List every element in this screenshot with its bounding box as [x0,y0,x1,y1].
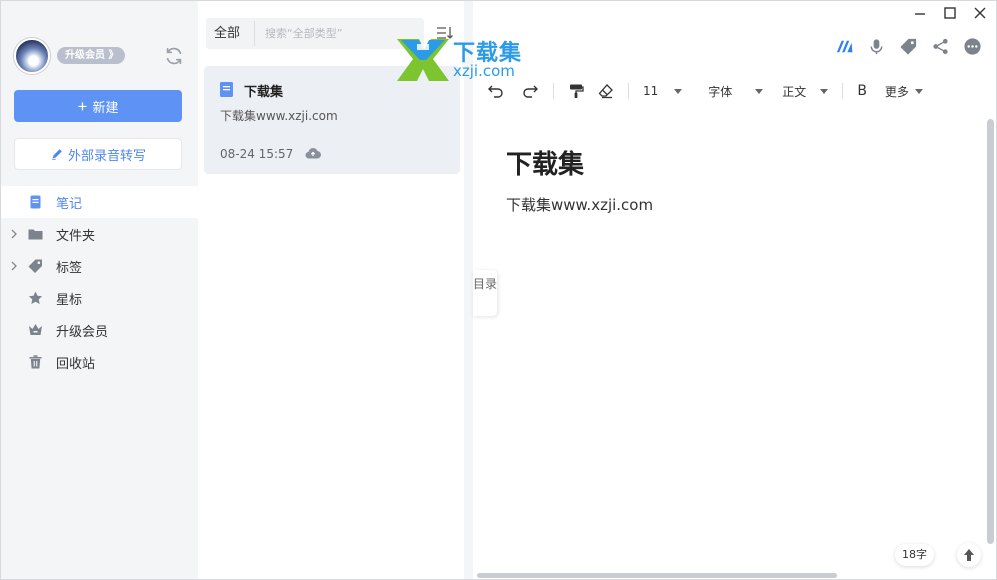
clear-format-button[interactable] [598,80,614,102]
toolbar-separator [553,83,554,99]
plus-icon: + [77,96,88,116]
sidebar-item-label: 标签 [56,260,83,276]
font-size-value: 11 [643,84,659,98]
paint-brush-icon [570,84,584,98]
sidebar: 升级会员 》 + 新建 外部录音转写 笔记 文件夹 标签 星标 升级会员 回收站 [1,1,198,579]
more-label: 更多 [884,84,909,99]
cloud-upload-icon [305,148,321,159]
toc-tab[interactable]: 目录 [473,270,497,316]
toolbar-separator [842,83,844,99]
paragraph-style-value: 正文 [782,84,807,99]
app-window: 升级会员 》 + 新建 外部录音转写 笔记 文件夹 标签 星标 升级会员 回收站… [0,0,997,580]
undo-button[interactable] [487,80,505,102]
arrow-up-icon [964,549,974,561]
font-family-dropdown[interactable]: 字体 [708,80,764,102]
avatar[interactable] [14,38,50,74]
undo-icon [488,85,503,98]
watermark-url: xzji.com [453,62,515,80]
sidebar-item-label: 文件夹 [56,228,96,244]
editor-panel: 11 字体 正文 B 更多 下载集 下载集www.xzji.com 目录 18字 [473,1,996,579]
format-toolbar: 11 字体 正文 B 更多 [487,80,923,102]
star-icon [28,291,43,304]
panel-divider[interactable] [464,1,473,579]
tag-icon [28,259,42,273]
new-note-label: 新建 [92,99,119,115]
note-list-panel: 全部 下载集 下载集www.xzji.com 08-24 15:57 [198,1,464,579]
document-icon [220,82,233,97]
sidebar-item-folders[interactable]: 文件夹 [1,218,198,250]
logo-mark-icon [397,39,449,81]
redo-button[interactable] [521,80,539,102]
font-size-dropdown[interactable]: 11 [643,80,683,102]
editor-top-icons [835,37,982,56]
sidebar-item-notes[interactable]: 笔记 [1,186,198,218]
scroll-to-top-button[interactable] [957,543,981,567]
folder-icon [28,229,43,240]
word-count: 18字 [895,544,934,566]
sidebar-item-upgrade[interactable]: 升级会员 [1,314,198,346]
caret-down-icon [820,88,829,94]
note-title: 下载集 [244,85,284,100]
eraser-icon [598,84,613,99]
sidebar-item-label: 升级会员 [56,324,109,340]
document-title[interactable]: 下载集 [506,144,584,181]
transcribe-label: 外部录音转写 [67,147,146,163]
caret-down-icon [674,88,683,94]
list-header: 全部 [206,18,424,49]
toc-label: 目录 [473,277,498,291]
crown-icon [29,324,42,335]
font-family-value: 字体 [708,84,733,99]
more-icon[interactable] [963,37,982,56]
sidebar-item-starred[interactable]: 星标 [1,282,198,314]
ai-icon[interactable] [835,37,854,56]
close-icon[interactable] [972,5,988,21]
share-icon[interactable] [931,37,950,56]
tag-icon[interactable] [899,37,918,56]
sidebar-item-label: 回收站 [56,356,96,372]
more-dropdown[interactable]: 更多 [885,80,923,102]
redo-icon [523,85,538,98]
horizontal-scrollbar[interactable] [477,573,837,578]
sidebar-nav: 笔记 文件夹 标签 星标 升级会员 回收站 [1,186,198,378]
sidebar-item-label: 星标 [56,292,83,308]
window-controls [912,5,988,21]
chevron-right-icon[interactable] [9,228,19,240]
note-icon [30,195,41,209]
note-snippet: 下载集www.xzji.com [220,109,338,123]
caret-down-icon [755,88,764,94]
pen-icon [52,149,62,160]
minimize-icon[interactable] [912,5,928,21]
paragraph-style-dropdown[interactable]: 正文 [782,80,829,102]
sync-icon[interactable] [163,45,185,67]
vertical-scrollbar[interactable] [987,119,994,544]
note-date: 08-24 15:57 [220,147,294,161]
transcribe-button[interactable]: 外部录音转写 [14,138,182,170]
trash-icon [29,355,42,369]
filter-all-dropdown[interactable]: 全部 [214,18,240,49]
document-body[interactable]: 下载集www.xzji.com [506,194,653,215]
sidebar-item-tags[interactable]: 标签 [1,250,198,282]
sidebar-item-trash[interactable]: 回收站 [1,346,198,378]
watermark-logo: 下载集 xzji.com [395,37,545,83]
caret-down-icon [914,88,923,94]
bold-button[interactable]: B [857,80,867,102]
vip-badge[interactable]: 升级会员 》 [57,47,126,64]
format-painter-button[interactable] [568,80,584,102]
maximize-icon[interactable] [942,5,958,21]
new-note-button[interactable]: + 新建 [14,90,182,122]
sidebar-item-label: 笔记 [56,196,83,212]
chevron-right-icon[interactable] [9,260,19,272]
toolbar-separator [628,83,629,99]
microphone-icon[interactable] [867,37,886,56]
